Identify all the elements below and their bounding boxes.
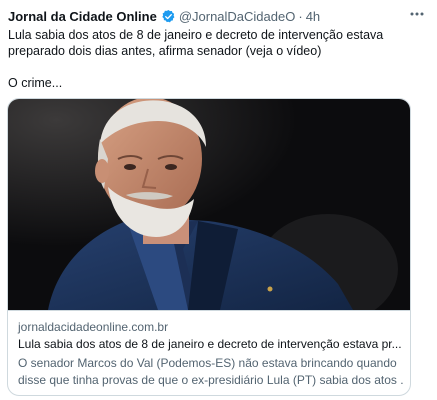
card-description: O senador Marcos do Val (Podemos-ES) não… <box>18 355 403 388</box>
separator-dot: · <box>298 8 303 24</box>
card-body[interactable]: jornaldacidadeonline.com.br Lula sabia d… <box>18 319 403 388</box>
tweet-text-line: Lula sabia dos atos de 8 de janeiro e de… <box>8 28 384 42</box>
card-divider <box>8 310 410 311</box>
more-options-icon[interactable] <box>407 4 427 24</box>
card-domain[interactable]: jornaldacidadeonline.com.br <box>18 319 403 336</box>
tweet[interactable]: Jornal da Cidade Online @JornalDaCidadeO… <box>0 0 437 400</box>
card-title[interactable]: Lula sabia dos atos de 8 de janeiro e de… <box>18 336 403 353</box>
tweet-text-line: preparado dois dias antes, afirma senado… <box>8 44 322 58</box>
tweet-text: Lula sabia dos atos de 8 de janeiro e de… <box>8 27 418 91</box>
link-preview-card[interactable]: jornaldacidadeonline.com.br Lula sabia d… <box>7 98 411 396</box>
author-handle[interactable]: @JornalDaCidadeO <box>179 9 296 24</box>
timestamp[interactable]: 4h <box>306 9 320 24</box>
author-name[interactable]: Jornal da Cidade Online <box>8 9 157 24</box>
card-image[interactable] <box>8 99 410 310</box>
verified-badge-icon <box>162 9 175 22</box>
tweet-header: Jornal da Cidade Online @JornalDaCidadeO… <box>8 6 429 26</box>
card-description-line: disse que tinha provas de que o ex-presi… <box>18 372 403 387</box>
tweet-text-truncated: O crime... <box>8 76 63 90</box>
card-description-line: O senador Marcos do Val (Podemos-ES) não… <box>18 356 397 370</box>
